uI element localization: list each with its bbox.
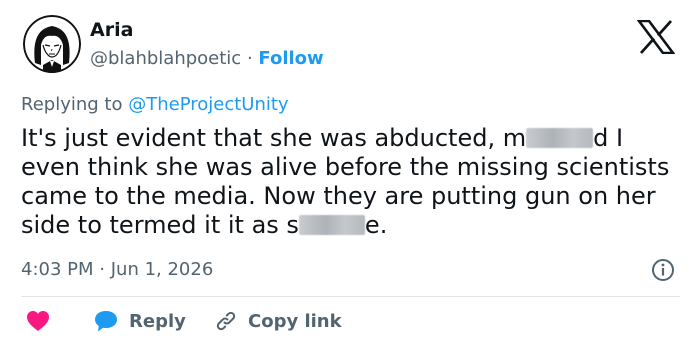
- copy-link-label: Copy link: [248, 310, 342, 332]
- tweet-text-segment: It's just evident that she was abducted,…: [21, 124, 527, 152]
- avatar-illustration: [23, 15, 81, 73]
- reply-prefix: Replying to: [21, 94, 123, 115]
- reply-mention-link[interactable]: @TheProjectUnity: [128, 94, 288, 115]
- user-handle[interactable]: @blahblahpoetic: [90, 48, 241, 69]
- link-icon: [216, 311, 236, 331]
- reply-button[interactable]: Reply: [93, 305, 186, 337]
- display-name[interactable]: Aria: [90, 18, 133, 42]
- divider: [21, 296, 680, 297]
- reply-label: Reply: [129, 310, 186, 332]
- tweet-text-segment: e.: [364, 211, 388, 239]
- action-bar: Reply Copy link: [0, 305, 700, 337]
- timestamp-separator: ·: [99, 259, 105, 280]
- redaction-block: [526, 128, 594, 148]
- info-icon[interactable]: [651, 258, 675, 282]
- avatar[interactable]: [23, 15, 81, 73]
- tweet-time: 4:03 PM: [21, 259, 94, 280]
- x-logo-icon[interactable]: [637, 20, 675, 54]
- handle-separator: ·: [246, 48, 253, 69]
- reply-bubble-icon: [95, 311, 117, 332]
- tweet-text: It's just evident that she was abducted,…: [21, 124, 686, 240]
- follow-button[interactable]: Follow: [258, 48, 323, 69]
- copy-link-button[interactable]: Copy link: [214, 305, 342, 337]
- redaction-block: [298, 215, 365, 235]
- timestamp[interactable]: 4:03 PM · Jun 1, 2026: [21, 258, 213, 282]
- tweet-date: Jun 1, 2026: [110, 259, 214, 280]
- heart-icon[interactable]: [26, 310, 50, 332]
- handle-row: @blahblahpoetic · Follow: [90, 46, 324, 72]
- reply-context: Replying to @TheProjectUnity: [21, 92, 289, 118]
